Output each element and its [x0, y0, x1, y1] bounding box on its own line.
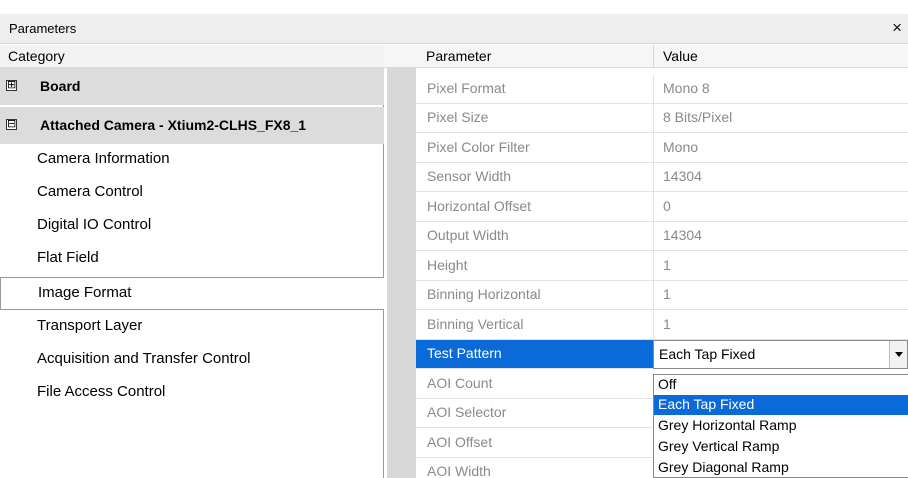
- param-row-pixel-format[interactable]: Pixel Format Mono 8: [416, 75, 908, 104]
- param-value: 14304: [663, 227, 702, 243]
- param-name: AOI Offset: [427, 434, 493, 450]
- param-name: Horizontal Offset: [427, 198, 532, 214]
- tree-group-board[interactable]: ⊞ Board: [0, 68, 384, 105]
- test-pattern-selected-value: Each Tap Fixed: [659, 346, 756, 362]
- tree-item-flat-field[interactable]: Flat Field: [0, 243, 384, 276]
- tree-item-label: File Access Control: [37, 383, 166, 400]
- column-divider: [653, 252, 654, 281]
- param-value: Mono: [663, 139, 699, 155]
- tree-item-label: Camera Information: [37, 150, 170, 167]
- value-header-label: Value: [663, 48, 698, 64]
- param-name: Output Width: [427, 227, 509, 243]
- param-value: 8 Bits/Pixel: [663, 109, 733, 125]
- tree-item-digital-io-control[interactable]: Digital IO Control: [0, 210, 384, 243]
- column-divider: [653, 134, 654, 163]
- param-name: Pixel Color Filter: [427, 139, 530, 155]
- param-value: 0: [663, 198, 671, 214]
- test-pattern-dropdown-list: Off Each Tap Fixed Grey Horizontal Ramp …: [653, 374, 908, 478]
- tree-group-label: Attached Camera - Xtium2-CLHS_FX8_1: [40, 117, 307, 133]
- param-row-binning-vertical[interactable]: Binning Vertical 1: [416, 311, 908, 340]
- tree-item-transport-layer[interactable]: Transport Layer: [0, 311, 384, 344]
- param-name: Pixel Format: [427, 80, 506, 96]
- param-row-pixel-size[interactable]: Pixel Size 8 Bits/Pixel: [416, 104, 908, 133]
- tree-item-label: Camera Control: [37, 183, 143, 200]
- param-row-sensor-width[interactable]: Sensor Width 14304: [416, 163, 908, 192]
- column-divider: [653, 75, 654, 104]
- column-divider: [653, 311, 654, 340]
- parameters-title-bar: Parameters ×: [0, 14, 908, 44]
- param-row-test-pattern[interactable]: Test Pattern: [416, 340, 653, 369]
- tree-item-file-access-control[interactable]: File Access Control: [0, 377, 384, 410]
- tree-item-label: Flat Field: [37, 249, 99, 266]
- tree-item-camera-control[interactable]: Camera Control: [0, 177, 384, 210]
- param-name: AOI Width: [427, 463, 491, 478]
- option-label: Grey Horizontal Ramp: [658, 417, 797, 433]
- dropdown-option-grey-horizontal-ramp[interactable]: Grey Horizontal Ramp: [654, 416, 908, 436]
- column-divider: [653, 222, 654, 251]
- tree-item-label: Acquisition and Transfer Control: [37, 350, 251, 367]
- option-label: Grey Diagonal Ramp: [658, 459, 789, 475]
- param-row-pixel-color-filter[interactable]: Pixel Color Filter Mono: [416, 134, 908, 163]
- option-label: Off: [658, 376, 677, 392]
- tree-item-image-format[interactable]: Image Format: [0, 277, 384, 310]
- param-value: 1: [663, 286, 671, 302]
- dropdown-option-each-tap-fixed[interactable]: Each Tap Fixed: [654, 395, 908, 415]
- column-divider: [653, 193, 654, 222]
- param-row-output-width[interactable]: Output Width 14304: [416, 222, 908, 251]
- column-divider: [653, 281, 654, 310]
- tree-item-label: Digital IO Control: [37, 216, 152, 233]
- column-divider: [653, 104, 654, 133]
- dropdown-option-grey-vertical-ramp[interactable]: Grey Vertical Ramp: [654, 437, 908, 457]
- column-divider: [653, 163, 654, 192]
- tree-item-acquisition-and-transfer-control[interactable]: Acquisition and Transfer Control: [0, 344, 384, 377]
- param-name: AOI Count: [427, 375, 493, 391]
- dropdown-option-grey-diagonal-ramp[interactable]: Grey Diagonal Ramp: [654, 458, 908, 478]
- property-grid-gutter: [387, 68, 416, 478]
- dropdown-arrow-icon[interactable]: [889, 341, 907, 368]
- tree-group-label: Board: [40, 78, 81, 94]
- param-name: Height: [427, 257, 468, 273]
- collapse-icon[interactable]: ⊟: [6, 119, 17, 130]
- header-divider[interactable]: [653, 45, 654, 68]
- param-name: Pixel Size: [427, 109, 489, 125]
- parameter-header-label: Parameter: [426, 48, 492, 64]
- category-header: Category: [0, 45, 384, 68]
- option-label: Grey Vertical Ramp: [658, 438, 780, 454]
- tree-item-label: Image Format: [38, 284, 132, 301]
- param-value: 1: [663, 316, 671, 332]
- param-row-horizontal-offset[interactable]: Horizontal Offset 0: [416, 193, 908, 222]
- param-name: AOI Selector: [427, 404, 507, 420]
- tree-item-camera-information[interactable]: Camera Information: [0, 144, 384, 177]
- param-value: 1: [663, 257, 671, 273]
- tree-item-label: Transport Layer: [37, 317, 143, 334]
- param-row-height[interactable]: Height 1: [416, 252, 908, 281]
- param-name: Test Pattern: [427, 345, 502, 361]
- category-tree: ⊞ Board ⊟ Attached Camera - Xtium2-CLHS_…: [0, 68, 384, 478]
- param-value: Mono 8: [663, 80, 710, 96]
- param-name: Binning Vertical: [427, 316, 524, 332]
- option-label: Each Tap Fixed: [658, 396, 755, 412]
- param-row-binning-horizontal[interactable]: Binning Horizontal 1: [416, 281, 908, 310]
- parameter-header: Parameter Value: [384, 45, 908, 68]
- tree-group-attached-camera[interactable]: ⊟ Attached Camera - Xtium2-CLHS_FX8_1: [0, 107, 384, 144]
- test-pattern-select[interactable]: Each Tap Fixed: [653, 340, 908, 369]
- dropdown-option-off[interactable]: Off: [654, 375, 908, 395]
- expand-icon[interactable]: ⊞: [6, 80, 17, 91]
- window-title: Parameters: [9, 21, 77, 36]
- close-icon[interactable]: ×: [892, 18, 902, 38]
- param-name: Sensor Width: [427, 168, 512, 184]
- param-value: 14304: [663, 168, 702, 184]
- param-name: Binning Horizontal: [427, 286, 541, 302]
- category-header-label: Category: [8, 48, 65, 64]
